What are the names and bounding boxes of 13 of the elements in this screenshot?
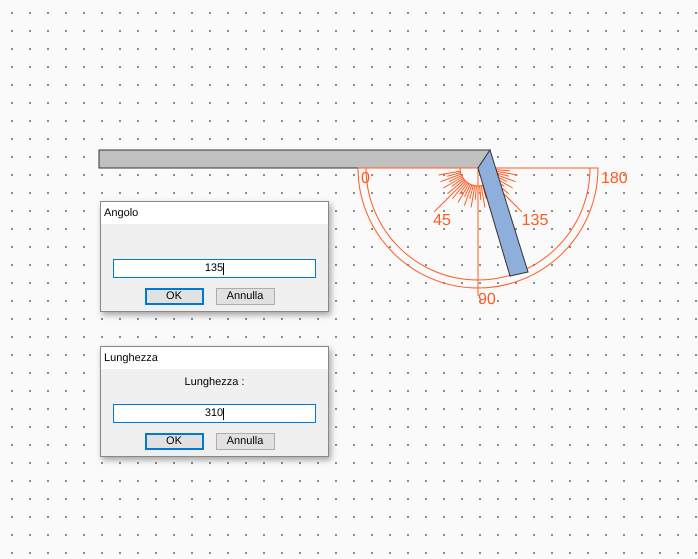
input-field[interactable]: 135 xyxy=(113,259,316,278)
dialog-button[interactable]: Annulla xyxy=(216,288,274,305)
dialog-title: Angolo xyxy=(104,206,138,221)
dialog-title: Lunghezza xyxy=(104,350,158,366)
field-label: Lunghezza : xyxy=(184,374,244,390)
dialog-button[interactable]: Annulla xyxy=(216,433,274,450)
dialog-button[interactable]: OK xyxy=(144,288,204,305)
dialog-button[interactable]: OK xyxy=(144,433,204,450)
angle-label: 45 xyxy=(433,212,451,229)
angle-label: 135 xyxy=(522,212,548,229)
input-field[interactable]: 310 xyxy=(113,404,316,423)
angle-label: 180 xyxy=(601,170,628,187)
angle-label: 90 xyxy=(478,291,496,308)
